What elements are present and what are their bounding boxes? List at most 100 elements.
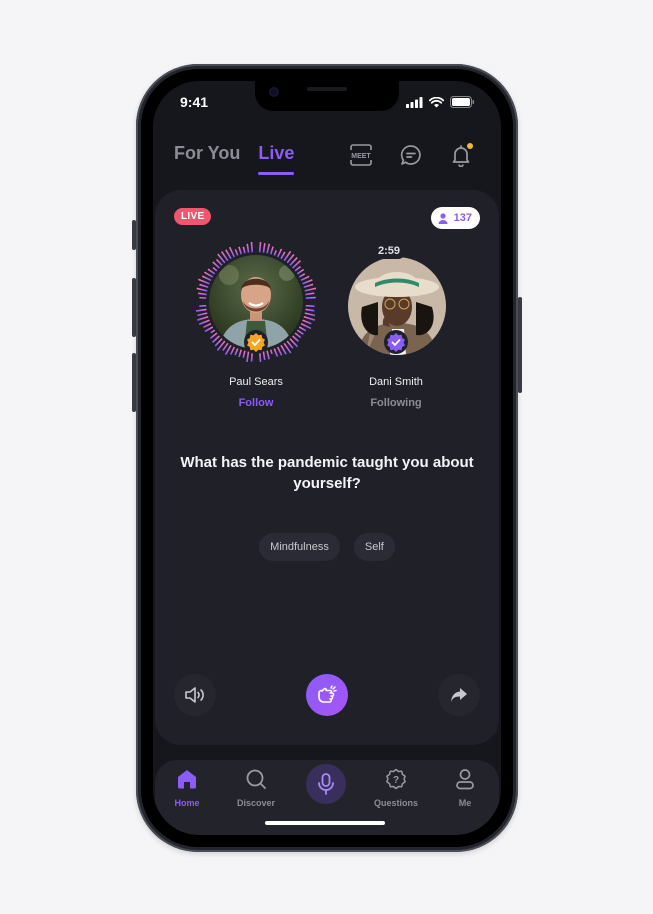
speaking-timer: 2:59	[372, 243, 407, 259]
signal-icon	[406, 96, 423, 108]
wave-bar	[212, 267, 218, 272]
wave-bar	[199, 296, 207, 300]
wave-bar	[242, 246, 246, 254]
room-question: What has the pandemic taught you about y…	[180, 454, 474, 492]
wave-bar	[262, 243, 266, 253]
wave-bar	[258, 242, 262, 253]
wave-bar	[280, 344, 287, 355]
wave-bar	[303, 315, 316, 321]
wave-bar	[304, 312, 316, 317]
follow-button[interactable]: Follow	[196, 397, 316, 409]
wave-bar	[209, 332, 218, 340]
wave-bar	[276, 248, 283, 258]
tab-me[interactable]: Me	[435, 768, 495, 808]
speaker-avatar-wrap[interactable]: 2:59	[336, 242, 456, 362]
status-icons	[406, 96, 475, 108]
wave-bar	[197, 312, 208, 317]
wave-bar	[238, 246, 243, 255]
wave-bar	[269, 349, 273, 355]
phone-frame: 9:41 For You Live MEET LIVE 137 Paul Sea…	[136, 64, 518, 852]
notch	[255, 81, 399, 111]
person-icon	[438, 212, 448, 224]
wave-bar	[305, 292, 315, 296]
wave-bar	[305, 296, 316, 300]
meet-label: MEET	[351, 153, 371, 160]
tab-discover[interactable]: Discover	[226, 768, 286, 808]
question-badge-icon: ?	[386, 768, 406, 790]
speaker-paul: Paul Sears Follow	[196, 242, 316, 409]
wave-bar	[215, 258, 223, 266]
meet-icon: MEET	[350, 144, 372, 166]
verified-icon	[387, 333, 405, 352]
wave-bar	[250, 242, 254, 253]
front-camera	[269, 87, 279, 97]
verified-badge-paul	[244, 330, 268, 354]
listener-count-badge[interactable]: 137	[430, 207, 480, 229]
speaker-avatar-wrap[interactable]	[196, 242, 316, 362]
wave-bar	[302, 319, 312, 325]
tab-label: Home	[174, 798, 200, 808]
home-icon	[178, 770, 196, 789]
home-indicator[interactable]	[265, 821, 385, 825]
wave-bar	[204, 326, 214, 333]
wave-bar	[266, 350, 270, 360]
wave-bar	[298, 326, 307, 332]
svg-text:?: ?	[393, 775, 399, 786]
wave-bar	[304, 287, 316, 292]
tab-label: Me	[458, 798, 472, 808]
app-screen: 9:41 For You Live MEET LIVE 137 Paul Sea…	[153, 81, 501, 835]
share-button[interactable]	[438, 674, 480, 716]
tab-live[interactable]: Live	[258, 143, 295, 175]
wave-bar	[292, 335, 299, 342]
volume-button[interactable]	[174, 674, 216, 716]
wave-bar	[198, 292, 207, 296]
speaker-name: Dani Smith	[369, 376, 423, 388]
chat-icon	[400, 145, 421, 165]
wave-bar	[273, 348, 279, 357]
mic-button[interactable]	[306, 764, 346, 804]
clap-button[interactable]	[306, 674, 348, 716]
wave-bar	[300, 322, 312, 330]
notification-dot	[467, 143, 473, 149]
speaker-dani: 2:59 Dani Smith Following	[336, 242, 456, 409]
wave-bar	[258, 351, 262, 362]
wave-bar	[234, 249, 239, 256]
speaker-name: Paul Sears	[229, 376, 283, 388]
wave-bar	[228, 246, 236, 258]
meet-button[interactable]: MEET	[349, 143, 373, 167]
wave-bar	[198, 319, 210, 326]
tab-home[interactable]: Home	[157, 768, 217, 808]
wave-bar	[201, 275, 212, 282]
tab-label: Questions	[373, 798, 418, 808]
user-icon	[456, 769, 474, 790]
tag-chip[interactable]: Mindfulness	[259, 533, 340, 561]
header-actions: MEET	[349, 143, 473, 168]
earpiece	[307, 87, 347, 91]
following-button[interactable]: Following	[336, 397, 456, 409]
wave-bar	[300, 275, 310, 282]
wifi-icon	[429, 96, 444, 107]
power-button[interactable]	[518, 297, 522, 393]
wave-bar	[296, 268, 305, 275]
wave-bar	[305, 304, 315, 308]
wave-bar	[210, 329, 216, 334]
verified-icon	[247, 333, 265, 352]
tab-for-you[interactable]: For You	[174, 143, 240, 164]
notifications-button[interactable]	[449, 143, 473, 168]
messages-button[interactable]	[399, 143, 423, 167]
wave-bar	[197, 315, 209, 321]
wave-bar	[207, 268, 216, 275]
wave-bar	[230, 346, 236, 355]
wave-bar	[196, 308, 207, 312]
wave-bar	[273, 250, 277, 256]
wave-bar	[303, 283, 314, 289]
search-icon	[246, 769, 266, 789]
tab-questions[interactable]: ? Questions	[366, 768, 426, 808]
wave-bar	[203, 271, 214, 278]
wave-bar	[269, 246, 274, 255]
wave-bar	[266, 243, 271, 254]
wave-bar	[246, 351, 250, 362]
tag-chip[interactable]: Self	[353, 533, 395, 561]
wave-bar	[286, 340, 294, 349]
wave-bar	[222, 342, 229, 352]
